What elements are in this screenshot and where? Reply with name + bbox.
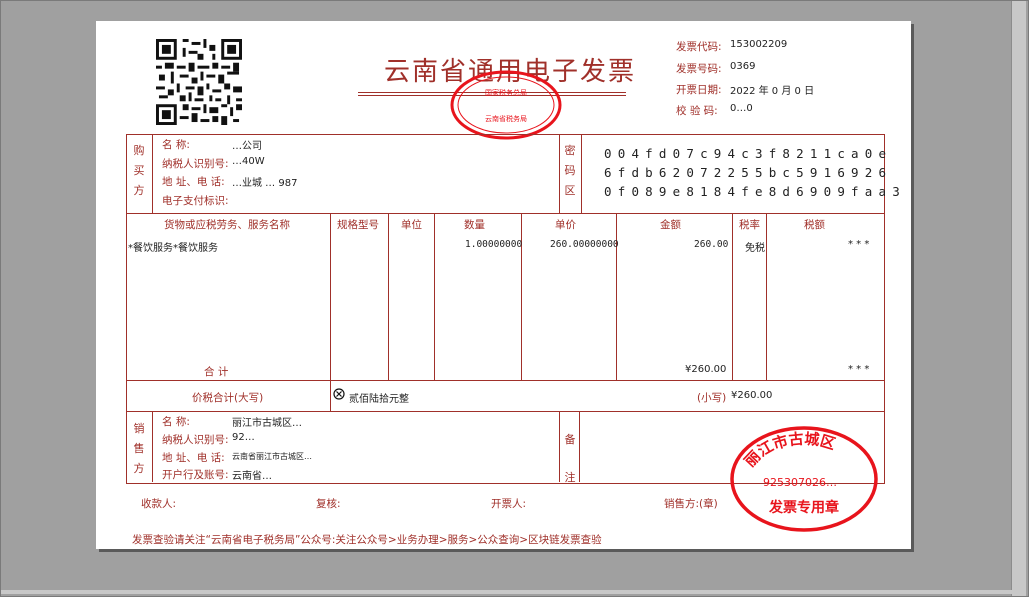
- stamp-tax-bottom-text: 云南省税务局: [485, 114, 527, 123]
- seller-section-label: 销售方: [133, 422, 145, 475]
- invoice-code-label: 发票代码:: [676, 41, 722, 53]
- item-amount: 260.00: [694, 239, 729, 250]
- total-label: 价税合计(大写): [192, 392, 264, 404]
- item-rate: 免税: [745, 243, 765, 254]
- invoice-code-value: 153002209: [730, 39, 788, 50]
- horizontal-scrollbar[interactable]: [1, 590, 1013, 594]
- col-divider: [581, 134, 582, 213]
- col-divider: [732, 213, 733, 380]
- payee-label: 收款人:: [141, 498, 177, 510]
- tax-bureau-stamp-icon: 国家税务总局 云南省税务局: [450, 70, 562, 140]
- col-divider: [559, 134, 560, 213]
- seal-code: 925307026…: [763, 476, 837, 489]
- header-name: 货物或应税劳务、服务名称: [164, 219, 290, 231]
- col-divider: [330, 213, 331, 380]
- seller-taxid-label: 纳税人识别号:: [162, 434, 229, 446]
- check-code-value: 0…0: [730, 103, 753, 114]
- header-tax: 税额: [804, 219, 825, 231]
- vertical-scrollbar[interactable]: [1011, 1, 1026, 596]
- seller-taxid-value: 92…: [232, 432, 255, 443]
- buyer-name-value: …公司: [232, 141, 262, 152]
- seller-name-label: 名 称:: [162, 416, 190, 428]
- header-qty: 数量: [464, 219, 485, 231]
- col-divider: [330, 380, 331, 411]
- invoice-number-value: 0369: [730, 61, 756, 72]
- check-code-label: 校 验 码:: [676, 105, 718, 117]
- seal-arc-text: 丽江市古城区: [741, 430, 838, 471]
- item-qty: 1.00000000: [465, 239, 523, 250]
- stamp-tax-top-text: 国家税务总局: [485, 88, 527, 97]
- col-divider: [152, 411, 153, 482]
- item-name: *餐饮服务*餐饮服务: [128, 243, 218, 254]
- document-viewer: 云南省通用电子发票 国家税务总局 云南省税务局 发票代码: 153002209 …: [0, 0, 1029, 597]
- item-tax: * * *: [848, 239, 870, 250]
- total-upper-value: 贰佰陆拾元整: [349, 394, 409, 405]
- cipher-line-2: 6fdb62072255bc5916926: [604, 165, 893, 180]
- remark-label: 备注: [564, 433, 576, 484]
- buyer-epay-label: 电子支付标识:: [162, 195, 229, 207]
- row-divider: [126, 411, 885, 412]
- drawer-label: 开票人:: [491, 498, 527, 510]
- buyer-section-label: 购买方: [133, 144, 145, 197]
- seller-name-value: 丽江市古城区…: [232, 418, 302, 429]
- cipher-line-3: 0f089e8184fe8d6909faa3: [604, 184, 906, 199]
- invoice-number-label: 发票号码:: [676, 63, 722, 75]
- total-lower-label: (小写): [697, 392, 727, 404]
- buyer-name-label: 名 称:: [162, 139, 190, 151]
- seller-bank-label: 开户行及账号:: [162, 469, 229, 481]
- invoice-date-value: 2022 年 0 月 0 日: [730, 86, 815, 97]
- invoice-page: 云南省通用电子发票 国家税务总局 云南省税务局 发票代码: 153002209 …: [96, 21, 911, 549]
- buyer-taxid-label: 纳税人识别号:: [162, 158, 229, 170]
- header-amount: 金额: [660, 219, 681, 231]
- col-divider: [766, 213, 767, 380]
- row-divider: [126, 213, 885, 214]
- header-rate: 税率: [739, 219, 760, 231]
- row-divider: [126, 380, 885, 381]
- cipher-line-1: 004fd07c94c3f8211ca0e: [604, 146, 893, 161]
- sum-tax: * * *: [848, 364, 870, 375]
- item-price: 260.00000000: [550, 239, 619, 250]
- footer-note: 发票查验请关注“云南省电子税务局”公众号:关注公众号>业务办理>服务>公众查询>…: [132, 534, 602, 546]
- col-divider: [434, 213, 435, 380]
- buyer-address-label: 地 址、电 话:: [162, 176, 225, 188]
- cross-circle-icon: [333, 388, 345, 400]
- seller-bank-value: 云南省…: [232, 471, 272, 482]
- seal-label: 发票专用章: [768, 499, 839, 516]
- header-unit: 单位: [401, 219, 422, 231]
- col-divider: [579, 411, 580, 482]
- sum-amount: ¥260.00: [685, 364, 727, 375]
- cipher-section-label: 密码区: [564, 144, 576, 197]
- header-spec: 规格型号: [337, 219, 379, 231]
- invoice-seal-icon: 丽江市古城区 925307026… 发票专用章: [730, 426, 878, 532]
- seller-address-value: 云南省丽江市古城区…: [232, 452, 312, 461]
- sum-label: 合 计: [204, 366, 229, 378]
- qr-code-icon: [156, 39, 242, 125]
- buyer-taxid-value: …40W: [232, 156, 265, 167]
- col-divider: [152, 134, 153, 213]
- total-lower-value: ¥260.00: [731, 390, 773, 401]
- invoice-date-label: 开票日期:: [676, 84, 722, 96]
- seller-address-label: 地 址、电 话:: [162, 452, 225, 464]
- buyer-address-value: …业城 … 987: [232, 178, 298, 189]
- seller-seal-label: 销售方:(章): [664, 498, 718, 510]
- header-price: 单价: [555, 219, 576, 231]
- col-divider: [388, 213, 389, 380]
- col-divider: [559, 411, 560, 482]
- reviewer-label: 复核:: [316, 498, 341, 510]
